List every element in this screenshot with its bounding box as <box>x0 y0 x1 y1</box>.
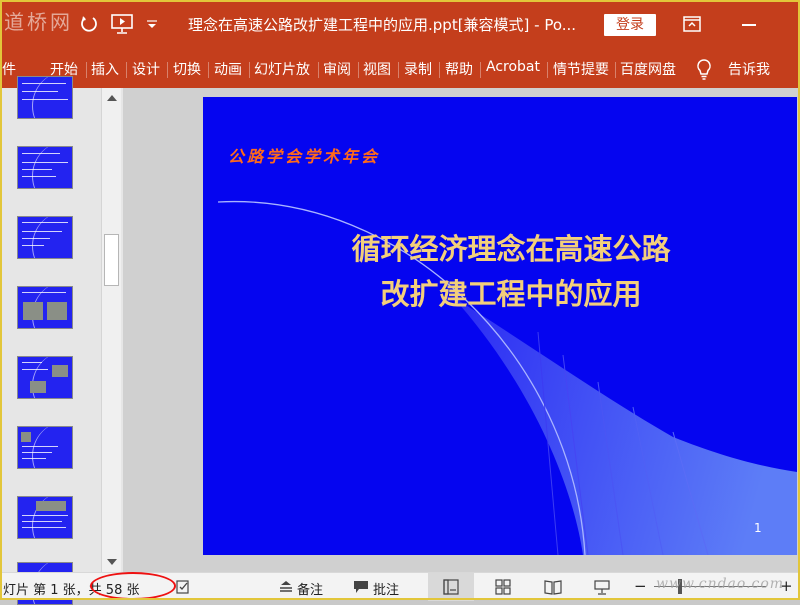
thumbnail-text-line <box>22 231 62 232</box>
slide-thumbnail[interactable] <box>17 426 73 469</box>
minimize-icon[interactable] <box>742 24 756 26</box>
red-annotation-circle <box>90 572 176 600</box>
undo-icon[interactable] <box>80 14 98 32</box>
tab-separator <box>398 62 399 78</box>
thumbnail-text-line <box>22 222 68 223</box>
tab-record[interactable]: 录制 <box>404 59 432 79</box>
slide-title[interactable]: 循环经济理念在高速公路 改扩建工程中的应用 <box>311 227 711 317</box>
tab-help[interactable]: 帮助 <box>445 59 473 79</box>
thumbnail-text-line <box>22 169 52 170</box>
thumbnail-text-line <box>22 362 42 363</box>
comments-button[interactable]: 批注 <box>373 579 399 598</box>
thumbnail-text-line <box>22 515 68 516</box>
tab-review[interactable]: 审阅 <box>323 59 351 79</box>
tab-acrobat[interactable]: Acrobat <box>486 59 540 75</box>
slide-thumbnail[interactable] <box>17 286 73 329</box>
swoosh-shape <box>453 297 797 555</box>
reading-view-icon[interactable] <box>544 579 562 595</box>
thumbnail-photo <box>52 365 68 377</box>
thumbnail-text-line <box>22 83 66 84</box>
slide-title-line: 改扩建工程中的应用 <box>380 277 642 311</box>
thumbnail-text-line <box>22 153 60 154</box>
document-title: 理念在高速公路改扩建工程中的应用.ppt[兼容模式] - Po... <box>188 16 577 34</box>
slide-number: 1 <box>754 521 762 535</box>
thumbnail-text-line <box>22 527 66 528</box>
tab-separator <box>86 62 87 78</box>
scroll-up-arrow-icon[interactable] <box>102 88 122 108</box>
thumbnail-photo <box>36 501 66 511</box>
slide-thumbnail[interactable] <box>17 356 73 399</box>
lightbulb-icon[interactable] <box>696 58 712 80</box>
tab-separator <box>249 62 250 78</box>
tab-separator <box>547 62 548 78</box>
title-bar: 道桥网 理念在高速公路改扩建工程中的应用.ppt[兼容模式] - Po... 登… <box>0 0 800 50</box>
thumbnail-text-line <box>22 452 52 453</box>
thumbnail-photo <box>23 302 43 320</box>
tab-animations[interactable]: 动画 <box>214 59 242 79</box>
thumbnail-photo <box>47 302 67 320</box>
slide-thumbnail[interactable] <box>17 76 73 119</box>
tab-storyboard[interactable]: 情节提要 <box>553 59 609 79</box>
thumbnail-text-line <box>22 369 48 370</box>
thumbnail-photo <box>30 381 46 393</box>
thumbnail-text-line <box>22 162 68 163</box>
tab-file[interactable]: 文件 <box>0 59 16 79</box>
slide-thumbnail[interactable] <box>17 146 73 189</box>
app-logo: 道桥网 <box>4 10 73 34</box>
scroll-down-arrow-icon[interactable] <box>102 552 122 572</box>
normal-view-icon <box>443 579 459 595</box>
tab-slideshow[interactable]: 幻灯片放 <box>254 59 310 79</box>
thumbnail-arc <box>32 427 72 468</box>
tab-view[interactable]: 视图 <box>363 59 391 79</box>
zoom-out-button[interactable]: − <box>634 577 647 595</box>
tab-separator <box>208 62 209 78</box>
tab-separator <box>615 62 616 78</box>
normal-view-button[interactable] <box>428 573 474 601</box>
thumbnail-text-line <box>22 176 56 177</box>
watermark-text: www.cndao.com <box>656 576 785 592</box>
spell-check-icon[interactable] <box>176 579 190 595</box>
slide-thumbnail[interactable] <box>17 496 73 539</box>
tab-separator <box>439 62 440 78</box>
thumbnail-text-line <box>22 292 66 293</box>
tab-separator <box>318 62 319 78</box>
current-slide[interactable]: 公路学会学术年会 循环经济理念在高速公路 改扩建工程中的应用 1 <box>203 97 797 555</box>
thumbnail-text-line <box>22 521 62 522</box>
tab-separator <box>358 62 359 78</box>
thumbnail-text-line <box>22 238 50 239</box>
tab-separator <box>126 62 127 78</box>
tab-design[interactable]: 设计 <box>132 59 160 79</box>
ribbon-display-icon[interactable] <box>683 16 701 32</box>
tab-separator <box>480 62 481 78</box>
tab-separator <box>167 62 168 78</box>
tab-insert[interactable]: 插入 <box>91 59 119 79</box>
thumbnail-text-line <box>22 458 46 459</box>
slideshow-view-icon[interactable] <box>594 579 610 595</box>
ribbon-tabs: 文件 开始 插入 设计 切换 动画 幻灯片放 审阅 视图 录制 帮助 Acrob… <box>0 50 800 88</box>
thumbnail-text-line <box>22 446 58 447</box>
thumbnail-photo <box>21 432 31 442</box>
tab-baidu-netdisk[interactable]: 百度网盘 <box>620 59 676 79</box>
notes-button[interactable]: 备注 <box>297 579 323 598</box>
start-slideshow-icon[interactable] <box>110 13 134 35</box>
slide-title-line: 循环经济理念在高速公路 <box>351 232 671 266</box>
slide-sorter-icon[interactable] <box>495 579 511 595</box>
customize-toolbar-icon[interactable] <box>146 18 158 30</box>
scrollbar-thumb[interactable] <box>104 234 119 286</box>
comments-icon[interactable] <box>353 580 369 594</box>
login-button[interactable]: 登录 <box>604 14 656 36</box>
tell-me-search[interactable]: 告诉我 <box>728 59 770 79</box>
tab-transitions[interactable]: 切换 <box>173 59 201 79</box>
thumbnail-text-line <box>22 245 44 246</box>
notes-icon[interactable] <box>278 580 294 594</box>
slide-thumbnail[interactable] <box>17 216 73 259</box>
slide-organization-text[interactable]: 公路学会学术年会 <box>228 143 380 167</box>
thumbnail-text-line <box>22 99 68 100</box>
thumbnail-scrollbar[interactable] <box>101 88 121 572</box>
thumbnail-text-line <box>22 91 58 92</box>
